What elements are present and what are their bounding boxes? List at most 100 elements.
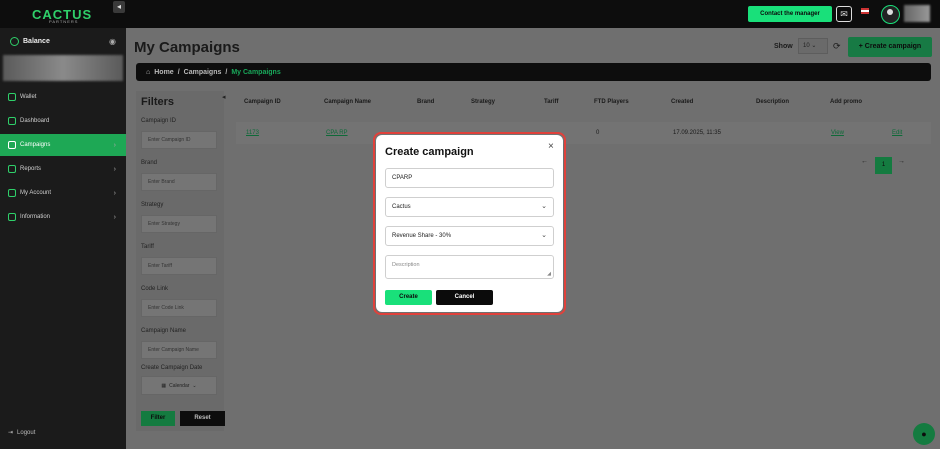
- column-header[interactable]: Description: [756, 99, 789, 105]
- contact-manager-button[interactable]: Contact the manager: [748, 6, 832, 22]
- sidebar-item-dashboard[interactable]: Dashboard: [0, 110, 126, 132]
- chevron-down-icon: ⌄: [541, 203, 547, 210]
- reset-button[interactable]: Reset: [180, 411, 225, 426]
- brand-select[interactable]: Cactus ⌄: [385, 197, 554, 217]
- chevron-down-icon: ⌄: [541, 232, 547, 239]
- breadcrumb-current: My Campaigns: [231, 68, 281, 76]
- page-title: My Campaigns: [134, 39, 240, 56]
- sidebar-item-my-account[interactable]: My Account ›: [0, 182, 126, 204]
- create-campaign-button[interactable]: + Create campaign: [848, 37, 932, 57]
- user-icon: [8, 189, 16, 197]
- pagination-prev[interactable]: ←: [861, 158, 868, 165]
- description-textarea[interactable]: Description ◢: [385, 255, 554, 279]
- chevron-right-icon: ›: [113, 213, 116, 221]
- info-icon: [8, 213, 16, 221]
- refresh-icon[interactable]: ⟳: [833, 41, 841, 52]
- sidebar: CACTUS PARTNERS ◂ Balance ◉ Wallet Dashb…: [0, 0, 126, 449]
- logout-icon: ⇥: [8, 430, 14, 436]
- sidebar-item-label: My Account: [20, 190, 52, 196]
- close-icon[interactable]: ×: [548, 141, 554, 152]
- logout-button[interactable]: ⇥ Logout: [8, 429, 35, 437]
- column-header[interactable]: Brand: [417, 99, 434, 105]
- app-root: CACTUS PARTNERS ◂ Balance ◉ Wallet Dashb…: [0, 0, 940, 449]
- campaign-name-link[interactable]: CPA RP: [326, 130, 348, 136]
- description-placeholder: Description: [392, 262, 420, 268]
- filters-panel: Filters ◂ Campaign ID Enter Campaign ID …: [136, 91, 226, 431]
- table-row: 1173 CPA RP 0 17.09.2025, 11:35 View Edi…: [236, 122, 931, 144]
- gear-icon: [8, 141, 16, 149]
- show-label: Show: [774, 43, 793, 50]
- pagination-next[interactable]: →: [898, 158, 905, 165]
- balance-header: Balance: [10, 37, 50, 46]
- modal-title: Create campaign: [385, 146, 474, 158]
- sidebar-item-information[interactable]: Information ›: [0, 206, 126, 228]
- brand-select-value: Cactus: [392, 204, 411, 210]
- sidebar-collapse-button[interactable]: ◂: [113, 1, 125, 13]
- calendar-label: Calendar: [169, 382, 190, 389]
- column-header[interactable]: Strategy: [471, 99, 495, 105]
- topbar: Contact the manager ✉: [126, 0, 940, 28]
- sidebar-item-wallet[interactable]: Wallet: [0, 86, 126, 108]
- date-picker[interactable]: ▦ Calendar ⌄: [141, 376, 217, 395]
- view-promo-link[interactable]: View: [831, 130, 844, 136]
- tariff-select[interactable]: Revenue Share - 30% ⌄: [385, 226, 554, 246]
- balance-label: Balance: [23, 38, 50, 45]
- sidebar-item-reports[interactable]: Reports ›: [0, 158, 126, 180]
- column-header[interactable]: Tariff: [544, 99, 559, 105]
- sidebar-item-label: Campaigns: [20, 142, 51, 148]
- sidebar-item-campaigns[interactable]: Campaigns ›: [0, 134, 126, 156]
- chevron-down-icon: ⌄: [811, 43, 817, 49]
- breadcrumb-campaigns[interactable]: Campaigns: [184, 69, 222, 76]
- eye-icon[interactable]: ◉: [109, 37, 116, 46]
- tariff-filter-input[interactable]: Enter Tariff: [141, 257, 217, 275]
- calendar-icon: ▦: [161, 382, 167, 389]
- code-link-filter-input[interactable]: Enter Code Link: [141, 299, 217, 317]
- brand-filter-input[interactable]: Enter Brand: [141, 173, 217, 191]
- breadcrumb-separator: /: [225, 68, 228, 76]
- create-button[interactable]: Create: [385, 290, 432, 305]
- column-header[interactable]: FTD Players: [594, 99, 629, 105]
- breadcrumb-home[interactable]: Home: [154, 69, 173, 76]
- page-size-select[interactable]: 10 ⌄: [798, 38, 828, 54]
- home-icon: ⌂: [146, 68, 151, 76]
- chevron-right-icon: ›: [113, 141, 116, 149]
- filter-label: Campaign Name: [141, 328, 187, 334]
- chat-icon: ●: [921, 429, 927, 439]
- campaign-name-input[interactable]: CPARP: [385, 168, 554, 188]
- campaign-id-filter-input[interactable]: Enter Campaign ID: [141, 131, 217, 149]
- mail-icon[interactable]: ✉: [836, 6, 852, 22]
- ftd-players-value: 0: [596, 130, 600, 136]
- sidebar-item-label: Wallet: [20, 94, 37, 100]
- language-flag-icon[interactable]: [861, 8, 869, 14]
- filter-label: Code Link: [141, 286, 169, 292]
- chat-button[interactable]: ●: [913, 423, 935, 445]
- campaign-id-link[interactable]: 1173: [246, 130, 259, 136]
- cancel-button[interactable]: Cancel: [436, 290, 493, 305]
- filter-button[interactable]: Filter: [141, 411, 175, 426]
- filter-label: Campaign ID: [141, 118, 177, 124]
- tariff-select-value: Revenue Share - 30%: [392, 233, 452, 239]
- chevron-down-icon: ⌄: [192, 382, 197, 389]
- strategy-filter-input[interactable]: Enter Strategy: [141, 215, 217, 233]
- chart-icon: [8, 165, 16, 173]
- column-header[interactable]: Campaign ID: [244, 99, 281, 105]
- create-campaign-modal: Create campaign × CPARP Cactus ⌄ Revenue…: [376, 135, 563, 312]
- sidebar-item-label: Reports: [20, 166, 42, 172]
- username-blurred: [904, 5, 930, 22]
- resize-handle-icon[interactable]: ◢: [547, 271, 551, 277]
- logo[interactable]: CACTUS PARTNERS: [0, 0, 126, 28]
- balance-icon: [10, 37, 19, 46]
- column-header[interactable]: Created: [671, 99, 693, 105]
- campaign-name-filter-input[interactable]: Enter Campaign Name: [141, 341, 217, 359]
- avatar[interactable]: [881, 5, 900, 24]
- logo-subtext: PARTNERS: [49, 19, 79, 24]
- filters-collapse-icon[interactable]: ◂: [222, 93, 226, 101]
- wallet-icon: [8, 93, 16, 101]
- table-header: Campaign ID Campaign Name Brand Strategy…: [236, 93, 931, 111]
- edit-link[interactable]: Edit: [892, 130, 902, 136]
- filters-title: Filters: [141, 96, 175, 108]
- column-header[interactable]: Campaign Name: [324, 99, 371, 105]
- pagination-page[interactable]: 1: [875, 157, 892, 174]
- filter-label: Create Campaign Date: [141, 365, 203, 371]
- balance-value-blurred: [3, 55, 123, 81]
